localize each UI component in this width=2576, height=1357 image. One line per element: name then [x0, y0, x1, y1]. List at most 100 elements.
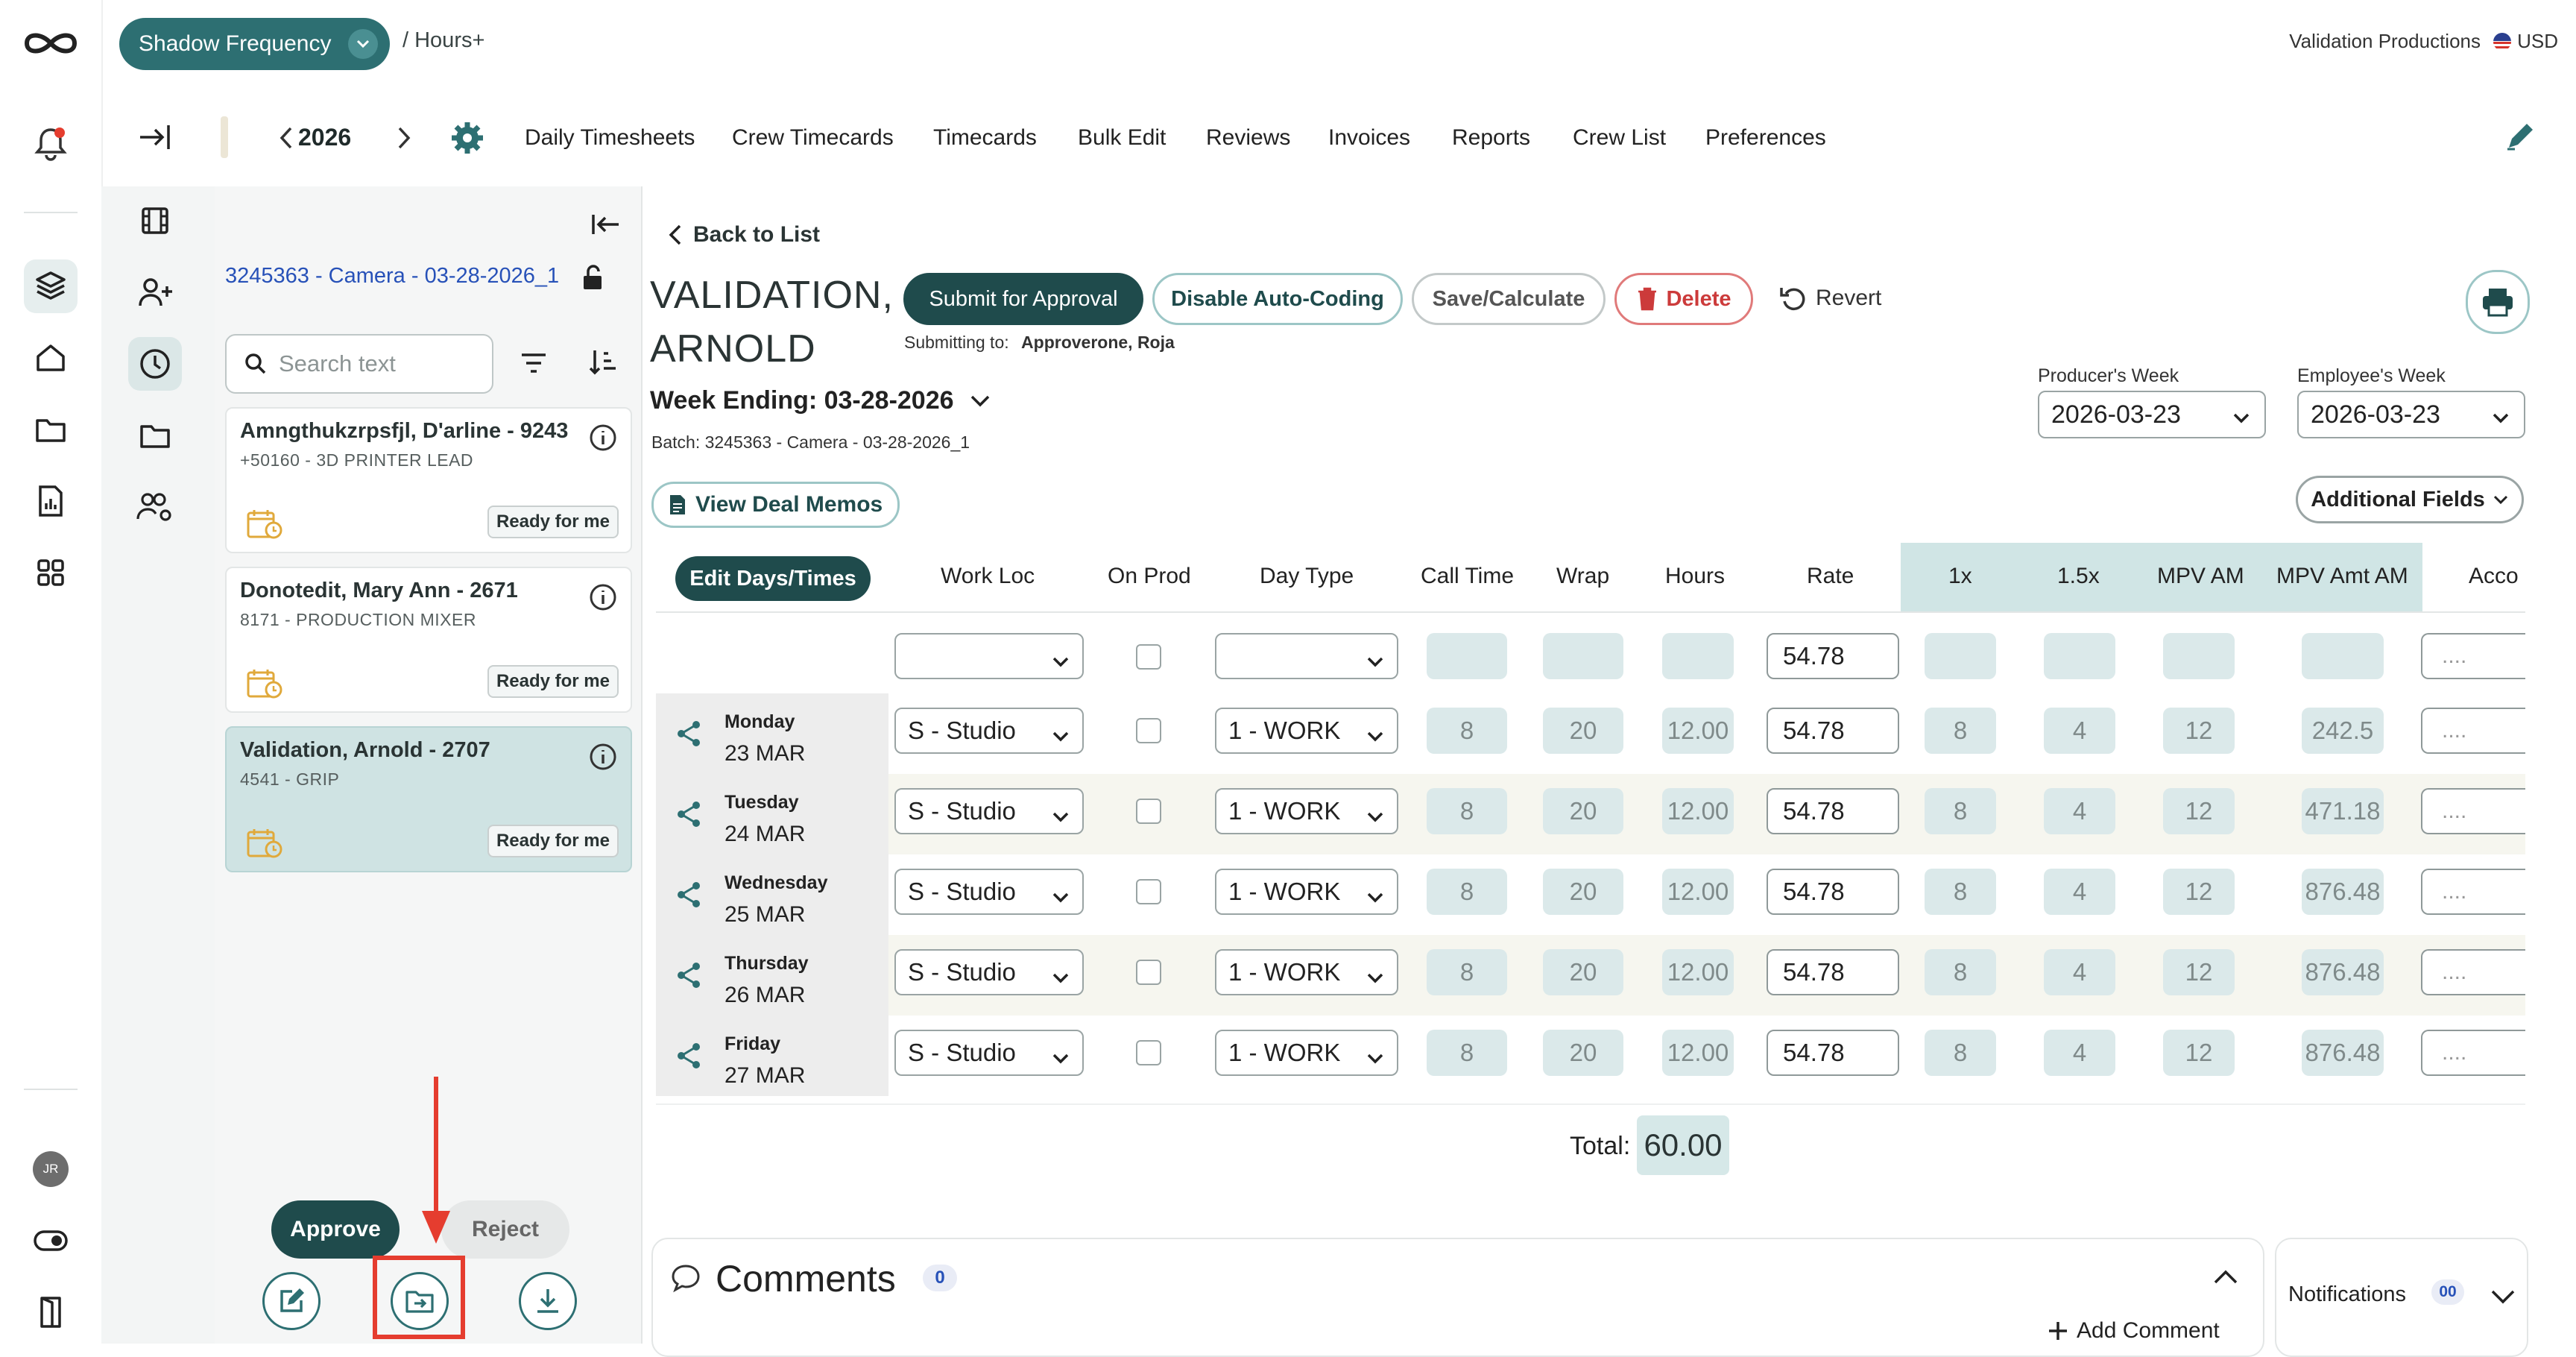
rate-input[interactable]: 54.78 [1767, 708, 1899, 754]
employees-week-select[interactable]: 2026-03-23 [2297, 391, 2525, 438]
day-type-select[interactable]: 1 - WORK [1215, 869, 1398, 915]
split-day-icon[interactable] [674, 960, 704, 994]
calendar-clock-icon [246, 509, 283, 544]
on-prod-checkbox[interactable] [1136, 799, 1161, 824]
add-comment-button[interactable]: Add Comment [2047, 1318, 2220, 1344]
folder-icon[interactable] [24, 403, 78, 456]
work-loc-select[interactable]: S - Studio [894, 949, 1084, 995]
nav-reviews[interactable]: Reviews [1206, 125, 1290, 151]
expand-notifications-icon[interactable] [2490, 1288, 2516, 1310]
on-prod-checkbox[interactable] [1136, 960, 1161, 985]
on-prod-checkbox[interactable] [1136, 879, 1161, 904]
info-icon[interactable] [589, 424, 617, 456]
template-rate-input[interactable]: 54.78 [1767, 633, 1899, 679]
back-to-list-link[interactable]: Back to List [668, 222, 820, 248]
currency-selector[interactable]: USD [2493, 30, 2558, 53]
split-day-icon[interactable] [674, 799, 704, 833]
nav-daily-timesheets[interactable]: Daily Timesheets [525, 125, 695, 151]
split-day-icon[interactable] [674, 719, 704, 752]
work-loc-select[interactable]: S - Studio [894, 869, 1084, 915]
info-icon[interactable] [589, 743, 617, 775]
expand-sidebar-icon[interactable] [137, 122, 171, 152]
save-calculate-button[interactable]: Save/Calculate [1412, 273, 1606, 325]
nav-crew-timecards[interactable]: Crew Timecards [732, 125, 894, 151]
account-input[interactable]: .... [2421, 708, 2525, 754]
work-loc-select[interactable]: S - Studio [894, 788, 1084, 834]
sort-icon[interactable] [589, 347, 619, 377]
download-button[interactable] [519, 1272, 577, 1330]
timecard-card[interactable]: Donotedit, Mary Ann - 2671 8171 - PRODUC… [225, 567, 632, 713]
producers-week-select[interactable]: 2026-03-23 [2038, 391, 2266, 438]
day-type-select[interactable]: 1 - WORK [1215, 788, 1398, 834]
nav-crew-list[interactable]: Crew List [1573, 125, 1666, 151]
avatar[interactable]: JR [33, 1151, 69, 1187]
revert-button[interactable]: Revert [1778, 283, 1881, 313]
on-prod-checkbox[interactable] [1136, 718, 1161, 743]
account-input[interactable]: .... [2421, 949, 2525, 995]
additional-fields-dropdown[interactable]: Additional Fields [2296, 476, 2524, 523]
timecard-card-selected[interactable]: Validation, Arnold - 2707 4541 - GRIP Re… [225, 726, 632, 872]
collapse-comments-icon[interactable] [2212, 1268, 2239, 1289]
gear-icon[interactable] [450, 121, 484, 155]
timecard-card[interactable]: Amngthukzrpsfjl, D'arline - 9243 +50160 … [225, 407, 632, 553]
layers-icon[interactable] [24, 259, 78, 313]
week-ending-selector[interactable]: Week Ending: 03-28-2026 [650, 386, 991, 415]
apps-grid-icon[interactable] [24, 546, 78, 599]
unlock-icon[interactable] [581, 264, 604, 291]
project-selector[interactable]: Shadow Frequency [119, 18, 390, 70]
edit-days-times-button[interactable]: Edit Days/Times [675, 556, 871, 601]
collapse-panel-icon[interactable] [590, 212, 623, 237]
info-icon[interactable] [589, 583, 617, 615]
work-loc-select[interactable]: S - Studio [894, 708, 1084, 754]
reject-button[interactable]: Reject [441, 1200, 569, 1259]
nav-timecards[interactable]: Timecards [933, 125, 1037, 151]
rate-input[interactable]: 54.78 [1767, 788, 1899, 834]
home-icon[interactable] [24, 331, 78, 385]
view-deal-memos-button[interactable]: View Deal Memos [651, 482, 900, 528]
split-day-icon[interactable] [674, 880, 704, 913]
film-icon[interactable] [128, 194, 182, 248]
prev-year-icon[interactable] [277, 125, 295, 151]
day-type-select[interactable]: 1 - WORK [1215, 949, 1398, 995]
nav-preferences[interactable]: Preferences [1705, 125, 1826, 151]
add-user-icon[interactable] [128, 265, 182, 319]
filter-icon[interactable] [519, 350, 549, 376]
next-year-icon[interactable] [395, 125, 413, 151]
logout-door-icon[interactable] [24, 1285, 78, 1339]
nav-reports[interactable]: Reports [1452, 125, 1530, 151]
approve-button[interactable]: Approve [271, 1200, 400, 1259]
report-doc-icon[interactable] [24, 474, 78, 528]
batch-link[interactable]: 3245363 - Camera - 03-28-2026_1 [225, 264, 559, 289]
rate-input[interactable]: 54.78 [1767, 869, 1899, 915]
template-day-type-select[interactable] [1215, 633, 1398, 679]
app-logo[interactable] [22, 27, 79, 60]
nav-invoices[interactable]: Invoices [1328, 125, 1410, 151]
template-mpv-am [2163, 633, 2235, 679]
rate-input[interactable]: 54.78 [1767, 949, 1899, 995]
template-on-prod-checkbox[interactable] [1136, 644, 1161, 670]
account-input[interactable]: .... [2421, 1030, 2525, 1076]
template-work-loc-select[interactable] [894, 633, 1084, 679]
on-prod-checkbox[interactable] [1136, 1040, 1161, 1065]
day-type-select[interactable]: 1 - WORK [1215, 708, 1398, 754]
disable-auto-coding-button[interactable]: Disable Auto-Coding [1152, 273, 1403, 325]
print-button[interactable] [2466, 270, 2530, 334]
edit-timecard-button[interactable] [262, 1272, 321, 1330]
team-settings-icon[interactable] [128, 480, 182, 534]
toggle-icon[interactable] [24, 1214, 78, 1268]
pencil-icon[interactable] [2503, 121, 2536, 154]
folder-icon[interactable] [128, 409, 182, 462]
bell-icon[interactable] [24, 116, 78, 170]
clock-icon[interactable] [128, 337, 182, 391]
rate-input[interactable]: 54.78 [1767, 1030, 1899, 1076]
template-account-input[interactable]: .... [2421, 633, 2525, 679]
nav-bulk-edit[interactable]: Bulk Edit [1078, 125, 1166, 151]
account-input[interactable]: .... [2421, 788, 2525, 834]
submit-for-approval-button[interactable]: Submit for Approval [903, 273, 1143, 325]
work-loc-select[interactable]: S - Studio [894, 1030, 1084, 1076]
search-input[interactable]: Search text [225, 334, 493, 394]
account-input[interactable]: .... [2421, 869, 2525, 915]
delete-button[interactable]: Delete [1614, 273, 1753, 325]
day-type-select[interactable]: 1 - WORK [1215, 1030, 1398, 1076]
split-day-icon[interactable] [674, 1041, 704, 1074]
